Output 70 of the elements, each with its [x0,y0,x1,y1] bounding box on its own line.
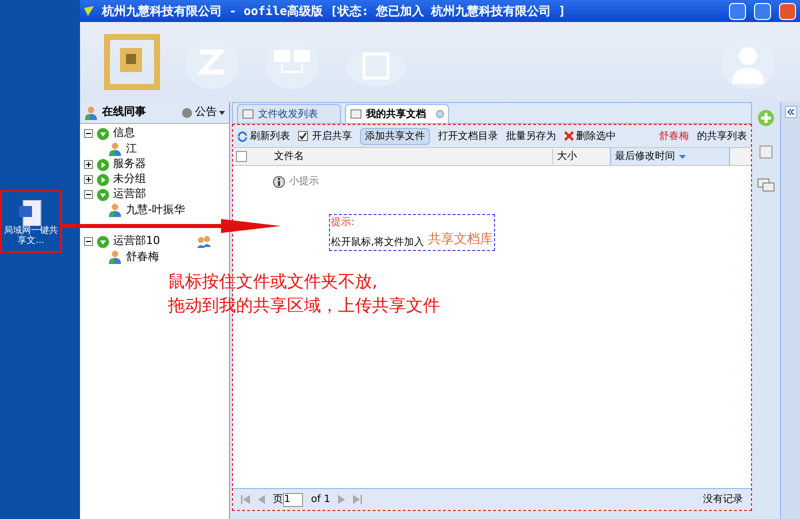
document-list-icon [242,109,254,119]
expanded-circle-icon [97,128,109,140]
window-title: 杭州九慧科技有限公司 - oofile高级版 [状态: 您已加入 杭州九慧科技有限公司 ] [102,3,566,20]
tab[interactable]: 我的共享文档 [345,104,449,123]
delete-button[interactable]: 删除选中 [564,128,616,144]
group-label[interactable]: 运营部 [113,186,146,203]
user-icon [108,203,122,217]
first-page-icon[interactable] [241,495,250,504]
notice-button[interactable]: 公告 [181,104,225,121]
expand-toggle[interactable] [84,175,93,184]
file-label: 局域网一键共享文... [3,226,59,246]
save-as-button[interactable]: 批量另存为 [506,128,556,144]
last-page-icon[interactable] [353,495,362,504]
add-icon[interactable] [758,110,774,126]
collapse-panel-button[interactable] [784,106,796,118]
expanded-circle-icon [97,236,109,248]
group-label[interactable]: 未分组 [113,171,146,188]
collapse-toggle[interactable] [84,129,93,138]
app-icon [84,6,94,16]
previous-page-icon[interactable] [258,495,265,504]
sort-caret-icon [679,154,686,158]
instruction-text: 鼠标按住文件或文件夹不放, 拖动到我的共享区域，上传共享文件 [168,271,440,318]
page-count: of 1 [311,493,330,507]
user-icon [84,106,98,120]
share-checkbox[interactable] [298,131,308,141]
minimize-button[interactable] [729,2,746,20]
column-header[interactable]: 最后修改时间 [610,148,730,165]
play-circle-icon [97,174,109,186]
tip-label: 小提示 [289,174,319,189]
cross-icon [564,131,574,141]
hint-text: 松开鼠标,将文件加入 [331,236,424,250]
share-label[interactable]: 开启共享 [312,128,352,144]
chat-icon[interactable] [757,178,775,192]
maximize-button[interactable] [754,2,771,20]
info-icon [273,176,285,188]
add-share-button[interactable]: 添加共享文件 [360,128,430,144]
group-label[interactable]: 信息 [113,125,135,142]
group-label[interactable]: 运营部10 [113,233,160,250]
refresh-icon [237,130,248,142]
sidebar-title: 在线同事 [102,104,146,120]
share-list-label: 的共享列表 [697,130,747,144]
user-label[interactable]: 江 [126,140,137,158]
close-button[interactable] [779,2,796,20]
collapse-toggle[interactable] [84,190,93,199]
close-tab-icon[interactable] [436,110,444,118]
expanded-circle-icon [97,188,109,200]
next-page-icon[interactable] [338,495,346,504]
user-icon [108,250,122,264]
play-circle-icon [97,158,109,170]
hint-heading: 提示: [331,216,356,230]
page-field[interactable]: 1 [283,492,303,506]
expand-toggle[interactable] [84,160,93,169]
select-all-checkbox[interactable] [236,151,247,162]
collapse-toggle[interactable] [84,237,93,246]
user-label[interactable]: 九慧-叶振华 [126,202,185,218]
group-label[interactable]: 服务器 [113,156,146,173]
hint-target: 共享文档库 [428,231,494,249]
column-header[interactable]: 文件名 [270,149,552,164]
tab[interactable]: 文件收发列表 [237,104,341,123]
record-status: 没有记录 [703,493,743,507]
refresh-button[interactable]: 刷新列表 [237,128,290,144]
caret-icon [219,110,225,114]
document-list-icon [350,109,362,119]
user-label[interactable]: 舒春梅 [126,248,159,266]
document-icon [19,200,43,226]
user-icon [108,142,122,156]
open-folder-button[interactable]: 打开文档目录 [438,128,498,144]
owner-name: 舒春梅 [659,130,689,144]
logo-icon[interactable] [104,34,160,90]
page-label: 页 [273,493,283,507]
